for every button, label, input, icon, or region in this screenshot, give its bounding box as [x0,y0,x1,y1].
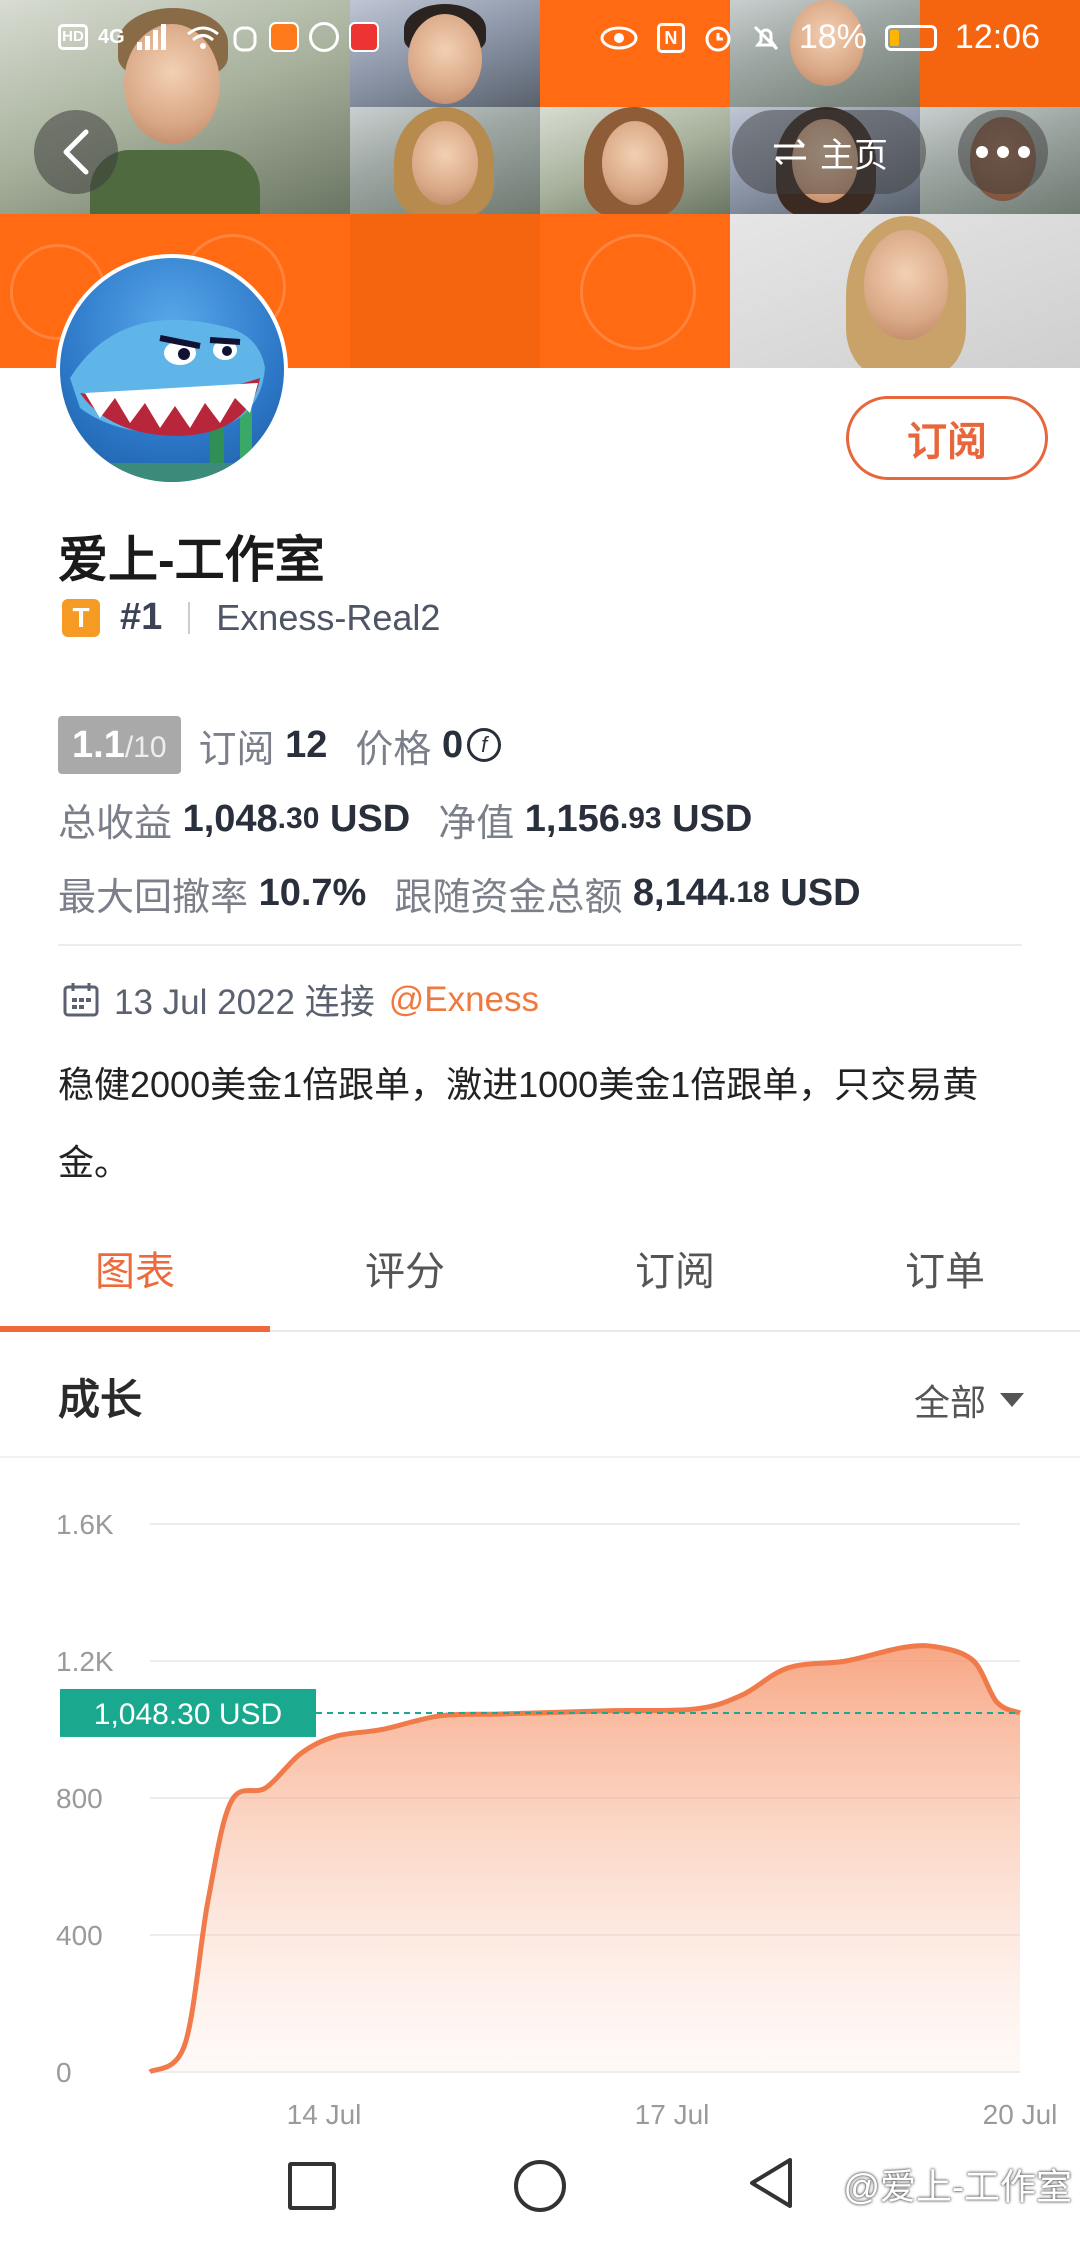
connection-date: 13 Jul 2022 连接 [114,983,375,1022]
banner-photo [540,107,730,217]
y-tick-label: 800 [56,1783,103,1814]
tab-subscriptions[interactable]: 订阅 [540,1230,810,1330]
stats-row-profit: 总收益 1,048.30 USD 净值 1,156.93 USD [58,782,861,856]
period-filter-dropdown[interactable]: 全部 [914,1374,1024,1426]
home-button[interactable]: 主页 [732,110,926,194]
app-notification-icon [268,22,299,52]
battery-icon [884,24,937,51]
subscriptions-value: 12 [285,723,328,766]
follow-funds-unit: USD [780,871,861,914]
network-type-label: 4G [98,25,125,48]
banner-photo [350,107,540,217]
x-tick-label: 14 Jul [287,2099,362,2130]
growth-chart: 0 400 800 1.2K 1.6K 14 Jul 17 Jul 20 Jul 1,048.… [56,1509,1058,2130]
mute-icon [753,25,778,50]
alarm-icon [705,26,731,51]
score-badge: 1.1/10 [58,716,181,774]
tab-orders[interactable]: 订单 [810,1230,1080,1330]
coin-icon: f [467,728,502,762]
y-tick-label: 1.6K [56,1509,114,1540]
subscriptions-label: 订阅 [198,728,275,771]
connection-info: 13 Jul 2022 连接 @Exness [62,974,539,1025]
equity-int: 1,156 [524,797,620,840]
account-label: Exness-Real2 [216,596,441,638]
avatar[interactable] [56,254,288,486]
more-options-button[interactable] [958,110,1048,194]
growth-title: 成长 [58,1376,143,1423]
profile-name: 爱上-工作室 [58,532,325,588]
divider [0,1456,1080,1458]
banner-tile [540,214,730,368]
follow-funds-label: 跟随资金总额 [394,876,623,919]
score-value: 1.1 [72,724,125,766]
battery-percent: 18% [798,18,867,56]
more-dot-icon [976,146,988,158]
rank-label: #1 [120,596,163,638]
y-tick-label: 0 [56,2057,72,2088]
app-notification-icon [308,22,339,52]
eye-icon [600,26,638,49]
signal-icon [136,24,166,50]
system-nav-bar: @爱上-工作室 [0,2140,1080,2244]
hand-icon [233,26,257,52]
calendar-icon [63,982,99,1016]
more-dot-icon [997,146,1009,158]
score-max: /10 [124,731,167,764]
tab-chart[interactable]: 图表 [0,1230,270,1332]
x-tick-label: 17 Jul [635,2099,710,2130]
max-drawdown-value: 10.7% [258,871,367,914]
equity-label: 净值 [438,802,515,845]
equity-unit: USD [672,797,753,840]
nfc-icon: N [656,22,685,53]
total-profit-int: 1,048 [182,797,278,840]
total-profit-dec: .30 [277,802,320,835]
tab-rating[interactable]: 评分 [270,1230,540,1330]
status-bar: HD 4G N 18% 12:06 [0,0,1080,80]
home-label: 主页 [820,136,888,175]
back-button[interactable] [34,110,118,194]
equity-dec: .93 [619,802,662,835]
tier-badge: T [62,598,100,637]
more-dot-icon [1018,146,1030,158]
banner-photo [730,214,1080,368]
clock: 12:06 [954,18,1040,56]
stats-block: 1.1/10 订阅 12 价格 0 f 总收益 1,048.30 USD 净值 … [58,708,861,930]
rank-row: T #1 Exness-Real2 [62,596,440,639]
stats-row-score: 1.1/10 订阅 12 价格 0 f [58,708,861,782]
tab-bar: 图表 评分 订阅 订单 [0,1230,1080,1332]
app-notification-icon [348,22,379,52]
follow-funds-int: 8,144 [632,871,728,914]
price-label: 价格 [355,728,432,771]
total-profit-label: 总收益 [58,802,173,845]
chevron-left-icon [63,129,89,175]
max-drawdown-label: 最大回撤率 [58,876,249,919]
follow-funds-dec: .18 [728,876,770,909]
separator [188,601,191,634]
swap-icon [774,138,806,166]
home-system-button[interactable] [514,2160,566,2212]
caret-down-icon [1000,1393,1024,1407]
wifi-icon [186,26,219,49]
price-value: 0 [441,723,464,766]
shark-avatar-icon [60,319,284,482]
x-tick-label: 20 Jul [983,2099,1058,2130]
current-value-label: 1,048.30 USD [94,1698,282,1731]
divider [58,944,1022,946]
period-filter-value: 全部 [913,1382,986,1423]
hd-indicator-icon: HD [58,24,88,50]
watermark: @爱上-工作室 [843,2166,1072,2207]
subscribe-button[interactable]: 订阅 [846,396,1048,480]
strategy-description: 稳健2000美金1倍跟单，激进1000美金1倍跟单，只交易黄金。 [58,1064,979,1183]
broker-link[interactable]: @Exness [389,980,539,1020]
y-tick-label: 400 [56,1920,103,1951]
total-profit-unit: USD [329,797,411,840]
y-tick-label: 1.2K [56,1646,114,1677]
recents-button[interactable] [288,2162,336,2210]
back-system-button[interactable] [746,2156,796,2210]
banner-tile [350,214,540,368]
stats-row-drawdown: 最大回撤率 10.7% 跟随资金总额 8,144.18 USD [58,856,861,930]
